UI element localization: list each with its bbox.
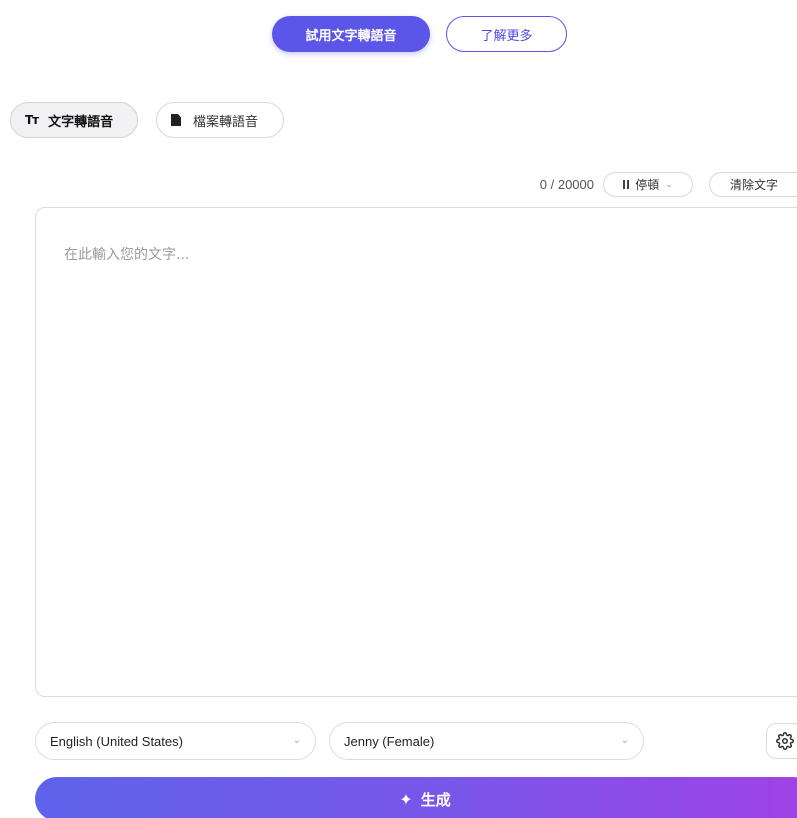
generate-button[interactable]: ✦ 生成: [35, 777, 797, 818]
try-tts-button[interactable]: 試用文字轉語音: [272, 16, 430, 52]
chevron-down-icon: ⌄: [620, 735, 629, 746]
voice-select[interactable]: Jenny (Female) ⌄: [329, 722, 644, 760]
pause-dropdown[interactable]: 停頓 ⌄: [603, 172, 693, 197]
voice-value: Jenny (Female): [344, 733, 435, 749]
chevron-down-icon: ⌄: [292, 735, 301, 746]
tab-file-to-speech[interactable]: 檔案轉語音: [156, 102, 284, 138]
chevron-down-icon: ⌄: [665, 179, 673, 190]
settings-button[interactable]: [766, 723, 797, 759]
text-editor: [35, 207, 797, 697]
pause-icon: [623, 180, 630, 189]
character-counter: 0 / 20000: [539, 177, 594, 192]
pause-label: 停頓: [635, 178, 660, 192]
text-size-icon: Tт: [25, 113, 39, 127]
tab-text-to-speech[interactable]: Tт 文字轉語音: [10, 102, 138, 138]
clear-text-button[interactable]: 清除文字: [709, 172, 797, 197]
language-select[interactable]: English (United States) ⌄: [35, 722, 316, 760]
gear-icon: [776, 732, 794, 750]
top-actions: 試用文字轉語音 了解更多: [0, 16, 797, 52]
learn-more-button[interactable]: 了解更多: [446, 16, 567, 52]
magic-wand-icon: ✦: [399, 789, 413, 809]
tab-label: 檔案轉語音: [193, 114, 259, 130]
generate-label: 生成: [420, 790, 451, 809]
text-input[interactable]: [36, 208, 797, 696]
editor-toolbar: 0 / 20000 停頓 ⌄ 清除文字: [497, 172, 797, 198]
file-icon: [171, 114, 181, 126]
language-value: English (United States): [50, 733, 183, 749]
tab-label: 文字轉語音: [48, 114, 114, 130]
